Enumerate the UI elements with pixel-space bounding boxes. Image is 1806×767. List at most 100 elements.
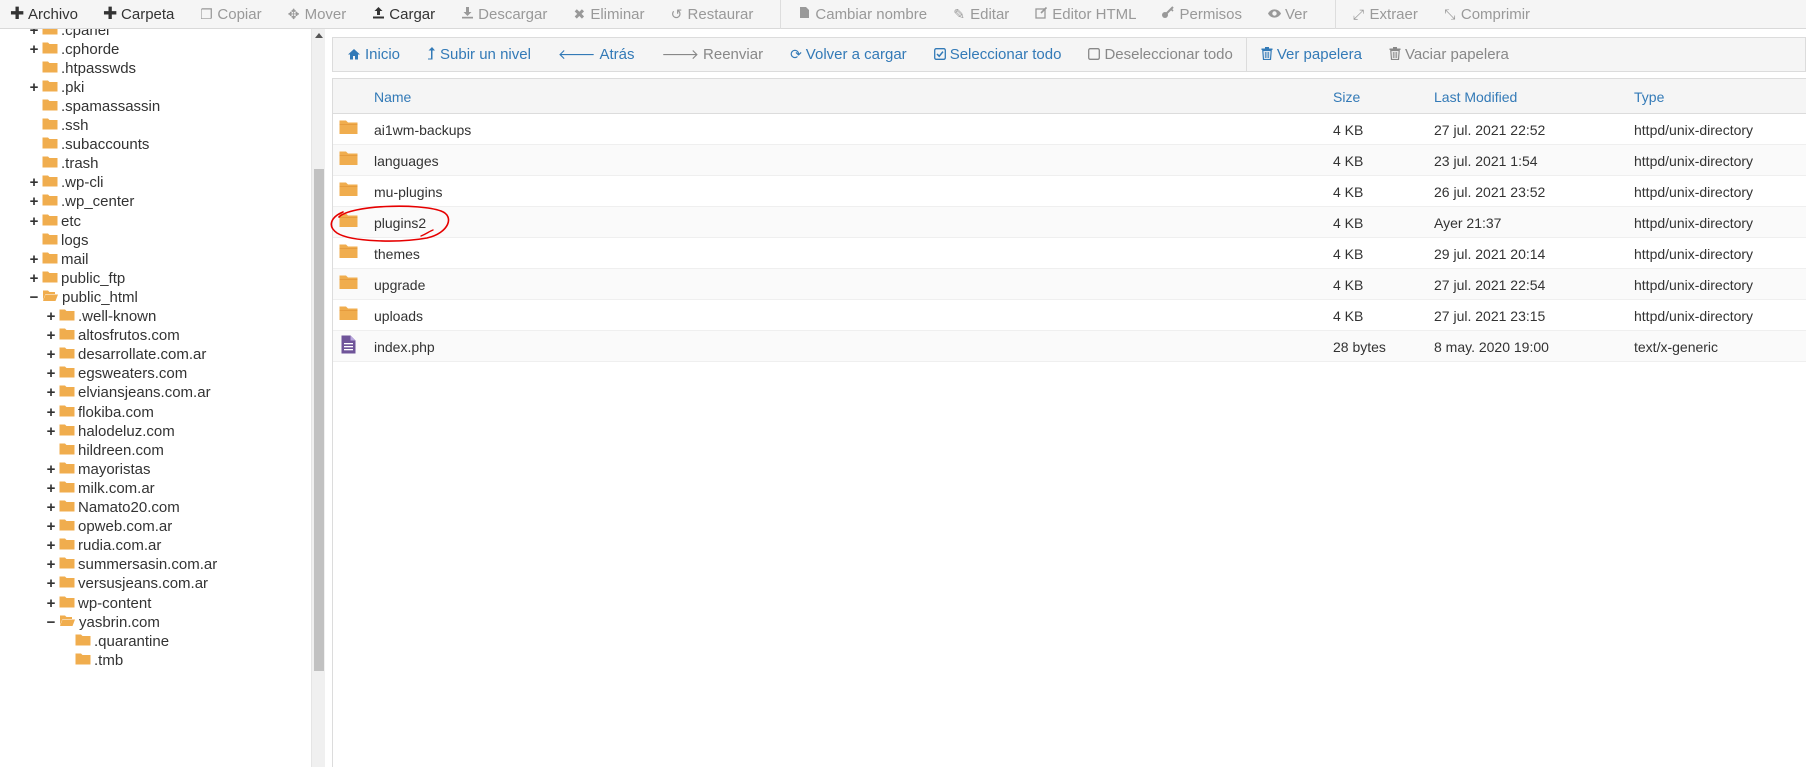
folder-open-icon (59, 614, 76, 631)
toolbar-copiar-button[interactable]: ❐ Copiar (199, 0, 272, 29)
expand-plus-icon[interactable]: + (45, 423, 57, 440)
nav-volver-a-cargar-button[interactable]: ⟳ Volver a cargar (790, 46, 907, 63)
folder-icon (59, 365, 75, 382)
folder-icon (59, 346, 75, 363)
navigation-bar: Inicio Subir un nivel 🡐 Atrás 🡒 Reenviar ⟳ Volv… (332, 37, 1806, 72)
toolbar-archivo-button[interactable]: ✚ Archivo (10, 0, 89, 29)
toolbar-cargar-button[interactable]: Cargar (371, 0, 446, 29)
tree-item-label: .wp-cli (61, 174, 104, 192)
eye-icon (1267, 6, 1281, 22)
collapse-minus-icon[interactable]: − (28, 289, 40, 306)
toolbar-ver-button[interactable]: Ver (1267, 0, 1319, 29)
expand-plus-icon[interactable]: + (45, 308, 57, 325)
folder-icon (42, 41, 58, 58)
column-header-last-modified[interactable]: Last Modified (1434, 89, 1517, 105)
expand-plus-icon[interactable]: + (45, 499, 57, 516)
table-row[interactable]: themes 4 KB 29 jul. 2021 20:14 httpd/unix-d… (333, 238, 1806, 269)
nav-atras-button[interactable]: 🡐 Atrás (558, 46, 635, 63)
expand-plus-icon[interactable]: + (45, 518, 57, 535)
trash-icon (1389, 46, 1401, 63)
expand-plus-icon[interactable]: + (45, 537, 57, 554)
nav-subir-un-nivel-button[interactable]: Subir un nivel (427, 46, 531, 63)
tree-item[interactable]: .tmb (61, 649, 123, 671)
tree-scrollbar-thumb[interactable] (314, 169, 324, 671)
nav-button-label: Ver papelera (1276, 46, 1362, 63)
toolbar-button-label: Mover (304, 5, 347, 23)
toolbar-button-label: Copiar (217, 5, 262, 23)
folder-open-icon (42, 289, 59, 306)
folder-icon (59, 384, 75, 401)
expand-plus-icon[interactable]: + (45, 404, 57, 421)
table-row[interactable]: index.php 28 bytes 8 may. 2020 19:00 text/x… (333, 331, 1806, 362)
expand-plus-icon[interactable]: + (28, 174, 40, 191)
table-row[interactable]: plugins2 4 KB Ayer 21:37 httpd/unix-directo… (333, 207, 1806, 238)
nav-vaciar-papelera-button[interactable]: Vaciar papelera (1389, 46, 1509, 63)
folder-icon (42, 60, 58, 77)
expand-plus-icon[interactable]: + (28, 251, 40, 268)
expand-plus-icon[interactable]: + (28, 79, 40, 96)
expand-plus-icon[interactable]: + (28, 193, 40, 210)
tree-item-label: yasbrin.com (79, 613, 160, 631)
toolbar-button-label: Descargar (478, 5, 548, 23)
table-row[interactable]: upgrade 4 KB 27 jul. 2021 22:54 httpd/unix-… (333, 269, 1806, 300)
expand-plus-icon[interactable]: + (28, 270, 40, 287)
folder-icon (42, 79, 58, 96)
folder-icon (42, 29, 58, 39)
expand-plus-icon[interactable]: + (45, 480, 57, 497)
toolbar-restaurar-button[interactable]: ↺ Restaurar (670, 0, 765, 29)
expand-plus-icon[interactable]: + (45, 575, 57, 592)
collapse-minus-icon[interactable]: − (45, 614, 57, 631)
toolbar-editor-html-button[interactable]: Editor HTML (1034, 0, 1147, 29)
expand-plus-icon[interactable]: + (45, 365, 57, 382)
table-row[interactable]: uploads 4 KB 27 jul. 2021 23:15 httpd/unix-… (333, 300, 1806, 331)
expand-plus-icon[interactable]: + (45, 461, 57, 478)
scroll-up-arrow-icon[interactable] (315, 33, 323, 38)
toolbar-mover-button[interactable]: ✥ Mover (287, 0, 358, 29)
cell-type: httpd/unix-directory (1634, 308, 1754, 324)
column-header-type[interactable]: Type (1634, 89, 1664, 105)
table-row[interactable]: languages 4 KB 23 jul. 2021 1:54 httpd/unix… (333, 145, 1806, 176)
toolbar-extraer-button[interactable]: ⤢ Extraer (1352, 0, 1429, 29)
expand-plus-icon[interactable]: + (45, 595, 57, 612)
column-header-name[interactable]: Name (374, 89, 411, 105)
cell-type: httpd/unix-directory (1634, 246, 1754, 262)
cell-modified: 27 jul. 2021 23:15 (1434, 308, 1546, 324)
nav-seleccionar-todo-button[interactable]: Seleccionar todo (933, 46, 1061, 63)
toolbar-comprimir-button[interactable]: ⤡ Comprimir (1443, 0, 1541, 29)
home-icon (347, 47, 361, 63)
toolbar-button-label: Editor HTML (1052, 5, 1137, 23)
toolbar-carpeta-button[interactable]: ✚ Carpeta (103, 0, 185, 29)
nav-deseleccionar-todo-button[interactable]: Deseleccionar todo (1088, 46, 1233, 63)
cell-name: themes (374, 246, 420, 262)
table-row[interactable]: ai1wm-backups 4 KB 27 jul. 2021 22:52 httpd… (333, 114, 1806, 145)
expand-plus-icon[interactable]: + (28, 29, 40, 39)
toolbar-permisos-button[interactable]: Permisos (1161, 0, 1253, 29)
expand-plus-icon[interactable]: + (28, 213, 40, 230)
expand-plus-icon[interactable]: + (28, 41, 40, 58)
toolbar-cambiar-nombre-button[interactable]: Cambiar nombre (797, 0, 938, 29)
cell-size: 4 KB (1333, 153, 1364, 169)
tree-item-label: halodeluz.com (78, 422, 175, 440)
nav-inicio-button[interactable]: Inicio (347, 46, 400, 63)
tree-item-label: wp-content (78, 594, 152, 612)
toolbar-editar-button[interactable]: ✎ Editar (952, 0, 1020, 29)
toolbar-eliminar-button[interactable]: ✖ Eliminar (572, 0, 655, 29)
column-header-size[interactable]: Size (1333, 89, 1360, 105)
toolbar-descargar-button[interactable]: Descargar (460, 0, 558, 29)
expand-plus-icon[interactable]: + (45, 346, 57, 363)
nav-reenviar-button[interactable]: 🡒 Reenviar (661, 46, 763, 63)
file-table: Name Size Last Modified Type ai1wm-backu… (332, 78, 1806, 767)
nav-ver-papelera-button[interactable]: Ver papelera (1261, 46, 1362, 63)
cell-type: httpd/unix-directory (1634, 122, 1754, 138)
toolbar-separator (780, 0, 782, 29)
tree-scrollbar[interactable] (311, 29, 325, 767)
expand-plus-icon[interactable]: + (45, 384, 57, 401)
cell-modified: 29 jul. 2021 20:14 (1434, 246, 1546, 262)
cell-name: index.php (374, 339, 435, 355)
expand-plus-icon[interactable]: + (45, 327, 57, 344)
table-row[interactable]: mu-plugins 4 KB 26 jul. 2021 23:52 httpd/un… (333, 176, 1806, 207)
toolbar-separator (1334, 0, 1336, 29)
download-icon (460, 6, 474, 22)
expand-plus-icon[interactable]: + (45, 556, 57, 573)
tree-item-label: elviansjeans.com.ar (78, 384, 211, 402)
